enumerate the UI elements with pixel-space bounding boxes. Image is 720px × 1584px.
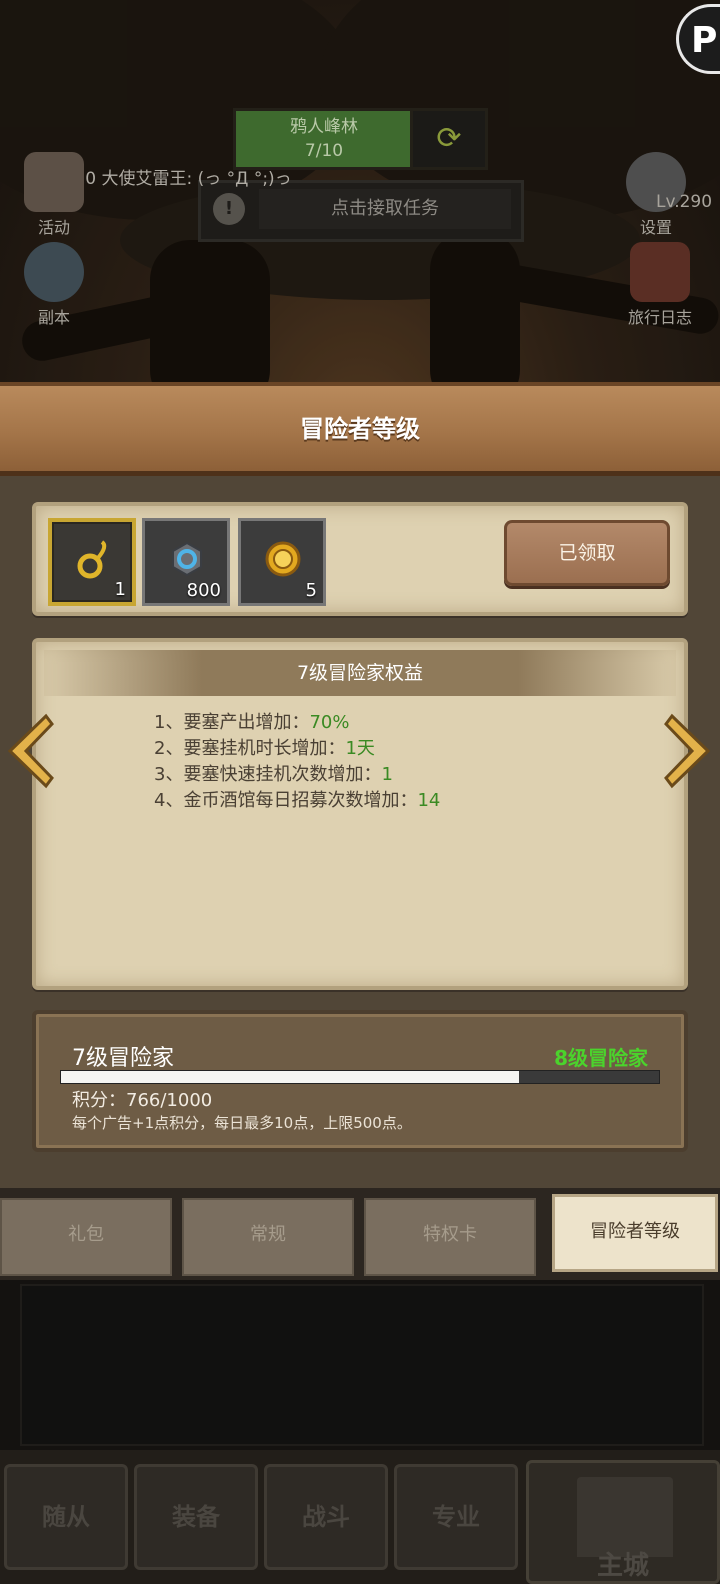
portal-icon (24, 242, 84, 302)
tab-regular[interactable]: 常规 (182, 1198, 354, 1276)
dungeon-button[interactable]: 副本 (8, 242, 100, 328)
scroll-icon (24, 152, 84, 212)
tab-privilege-card[interactable]: 特权卡 (364, 1198, 536, 1276)
benefit-panel: 7级冒险家权益 1、要塞产出增加：70% 2、要塞挂机时长增加：1天 3、要塞快… (32, 638, 688, 990)
activity-label: 活动 (37, 218, 70, 237)
benefit-line: 2、要塞挂机时长增加：1天 (154, 738, 375, 759)
benefit-line: 3、要塞快速挂机次数增加：1 (154, 764, 393, 785)
current-level-label: 7级冒险家 (72, 1046, 174, 1071)
page-title: 冒险者等级 (300, 415, 420, 443)
content-area (20, 1284, 704, 1446)
nav-battle[interactable]: 战斗 (264, 1464, 388, 1570)
refresh-icon[interactable]: ⟳ (410, 108, 488, 170)
header-board: 冒险者等级 (0, 382, 720, 476)
progress-bar (60, 1070, 660, 1084)
nav-main-city-label: 主城 (596, 1551, 649, 1581)
travel-log-button[interactable]: 旅行日志 (614, 242, 706, 328)
nav-main-city[interactable]: 主城 (526, 1460, 720, 1584)
progress-bar-fill (61, 1071, 520, 1083)
reward-slot-ring[interactable]: 1 (48, 518, 136, 606)
gold-medal-icon (265, 541, 301, 577)
alert-icon: ! (213, 193, 245, 225)
reward-slot-gem[interactable]: 800 (142, 518, 230, 606)
tab-adventurer-level[interactable]: 冒险者等级 (552, 1194, 718, 1272)
nav-equipment[interactable]: 装备 (134, 1464, 258, 1570)
benefit-line: 1、要塞产出增加：70% (154, 712, 350, 733)
reward-slot-medal[interactable]: 5 (238, 518, 326, 606)
quest-name: 鸦人峰林 (290, 117, 358, 137)
travel-log-label: 旅行日志 (627, 308, 692, 327)
player-level-badge: Lv.290 (656, 192, 713, 212)
tab-gift-pack[interactable]: 礼包 (0, 1198, 172, 1276)
book-icon (630, 242, 690, 302)
prev-level-arrow-icon[interactable] (4, 712, 54, 790)
reward-count: 5 (305, 580, 317, 601)
level-progress-panel: 7级冒险家 8级冒险家 积分：766/1000 每个广告+1点积分，每日最多10… (32, 1010, 688, 1152)
points-text: 积分：766/1000 (72, 1090, 213, 1111)
quest-progress-bar[interactable]: 鸦人峰林 7/10 (233, 108, 415, 170)
benefit-title: 7级冒险家权益 (44, 650, 676, 696)
settings-label: 设置 (639, 218, 672, 237)
reward-count: 800 (186, 580, 221, 601)
gold-ring-icon (77, 540, 107, 579)
activity-button[interactable]: 活动 (8, 152, 100, 238)
task-prompt: 点击接取任务 (259, 189, 511, 229)
nav-profession[interactable]: 专业 (394, 1464, 518, 1570)
reward-count: 1 (114, 579, 126, 600)
benefit-line: 4、金币酒馆每日招募次数增加：14 (154, 790, 441, 811)
nav-followers[interactable]: 随从 (4, 1464, 128, 1570)
task-accept-box[interactable]: ! 点击接取任务 (198, 180, 524, 242)
blue-gem-icon (172, 541, 202, 577)
points-note: 每个广告+1点积分，每日最多10点，上限500点。 (72, 1114, 412, 1132)
claimed-button[interactable]: 已领取 (504, 520, 670, 586)
quest-progress: 7/10 (304, 141, 344, 161)
next-level-label: 8级冒险家 (554, 1046, 648, 1070)
dungeon-label: 副本 (37, 308, 70, 327)
next-level-arrow-icon[interactable] (664, 712, 714, 790)
